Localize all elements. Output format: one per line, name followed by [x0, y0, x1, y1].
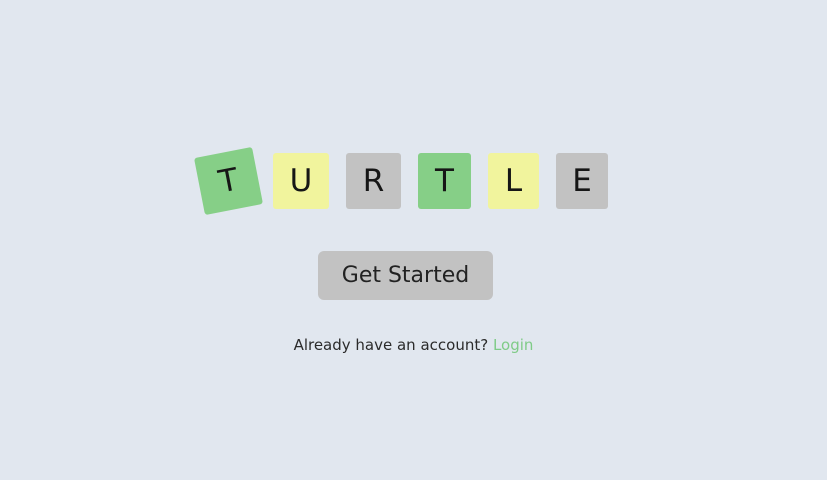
- login-link[interactable]: Login: [493, 336, 533, 354]
- logo-tile-r: R: [346, 153, 401, 209]
- logo-tile-e: E: [556, 153, 608, 209]
- logo-tile-l: L: [488, 153, 539, 209]
- login-prompt: Already have an account? Login: [0, 336, 827, 354]
- get-started-button[interactable]: Get Started: [318, 251, 493, 300]
- logo-tile-u: U: [273, 153, 329, 209]
- login-prompt-text: Already have an account?: [293, 336, 489, 354]
- logo-tile-t: T: [194, 146, 263, 216]
- logo-tile-t2: T: [418, 153, 471, 209]
